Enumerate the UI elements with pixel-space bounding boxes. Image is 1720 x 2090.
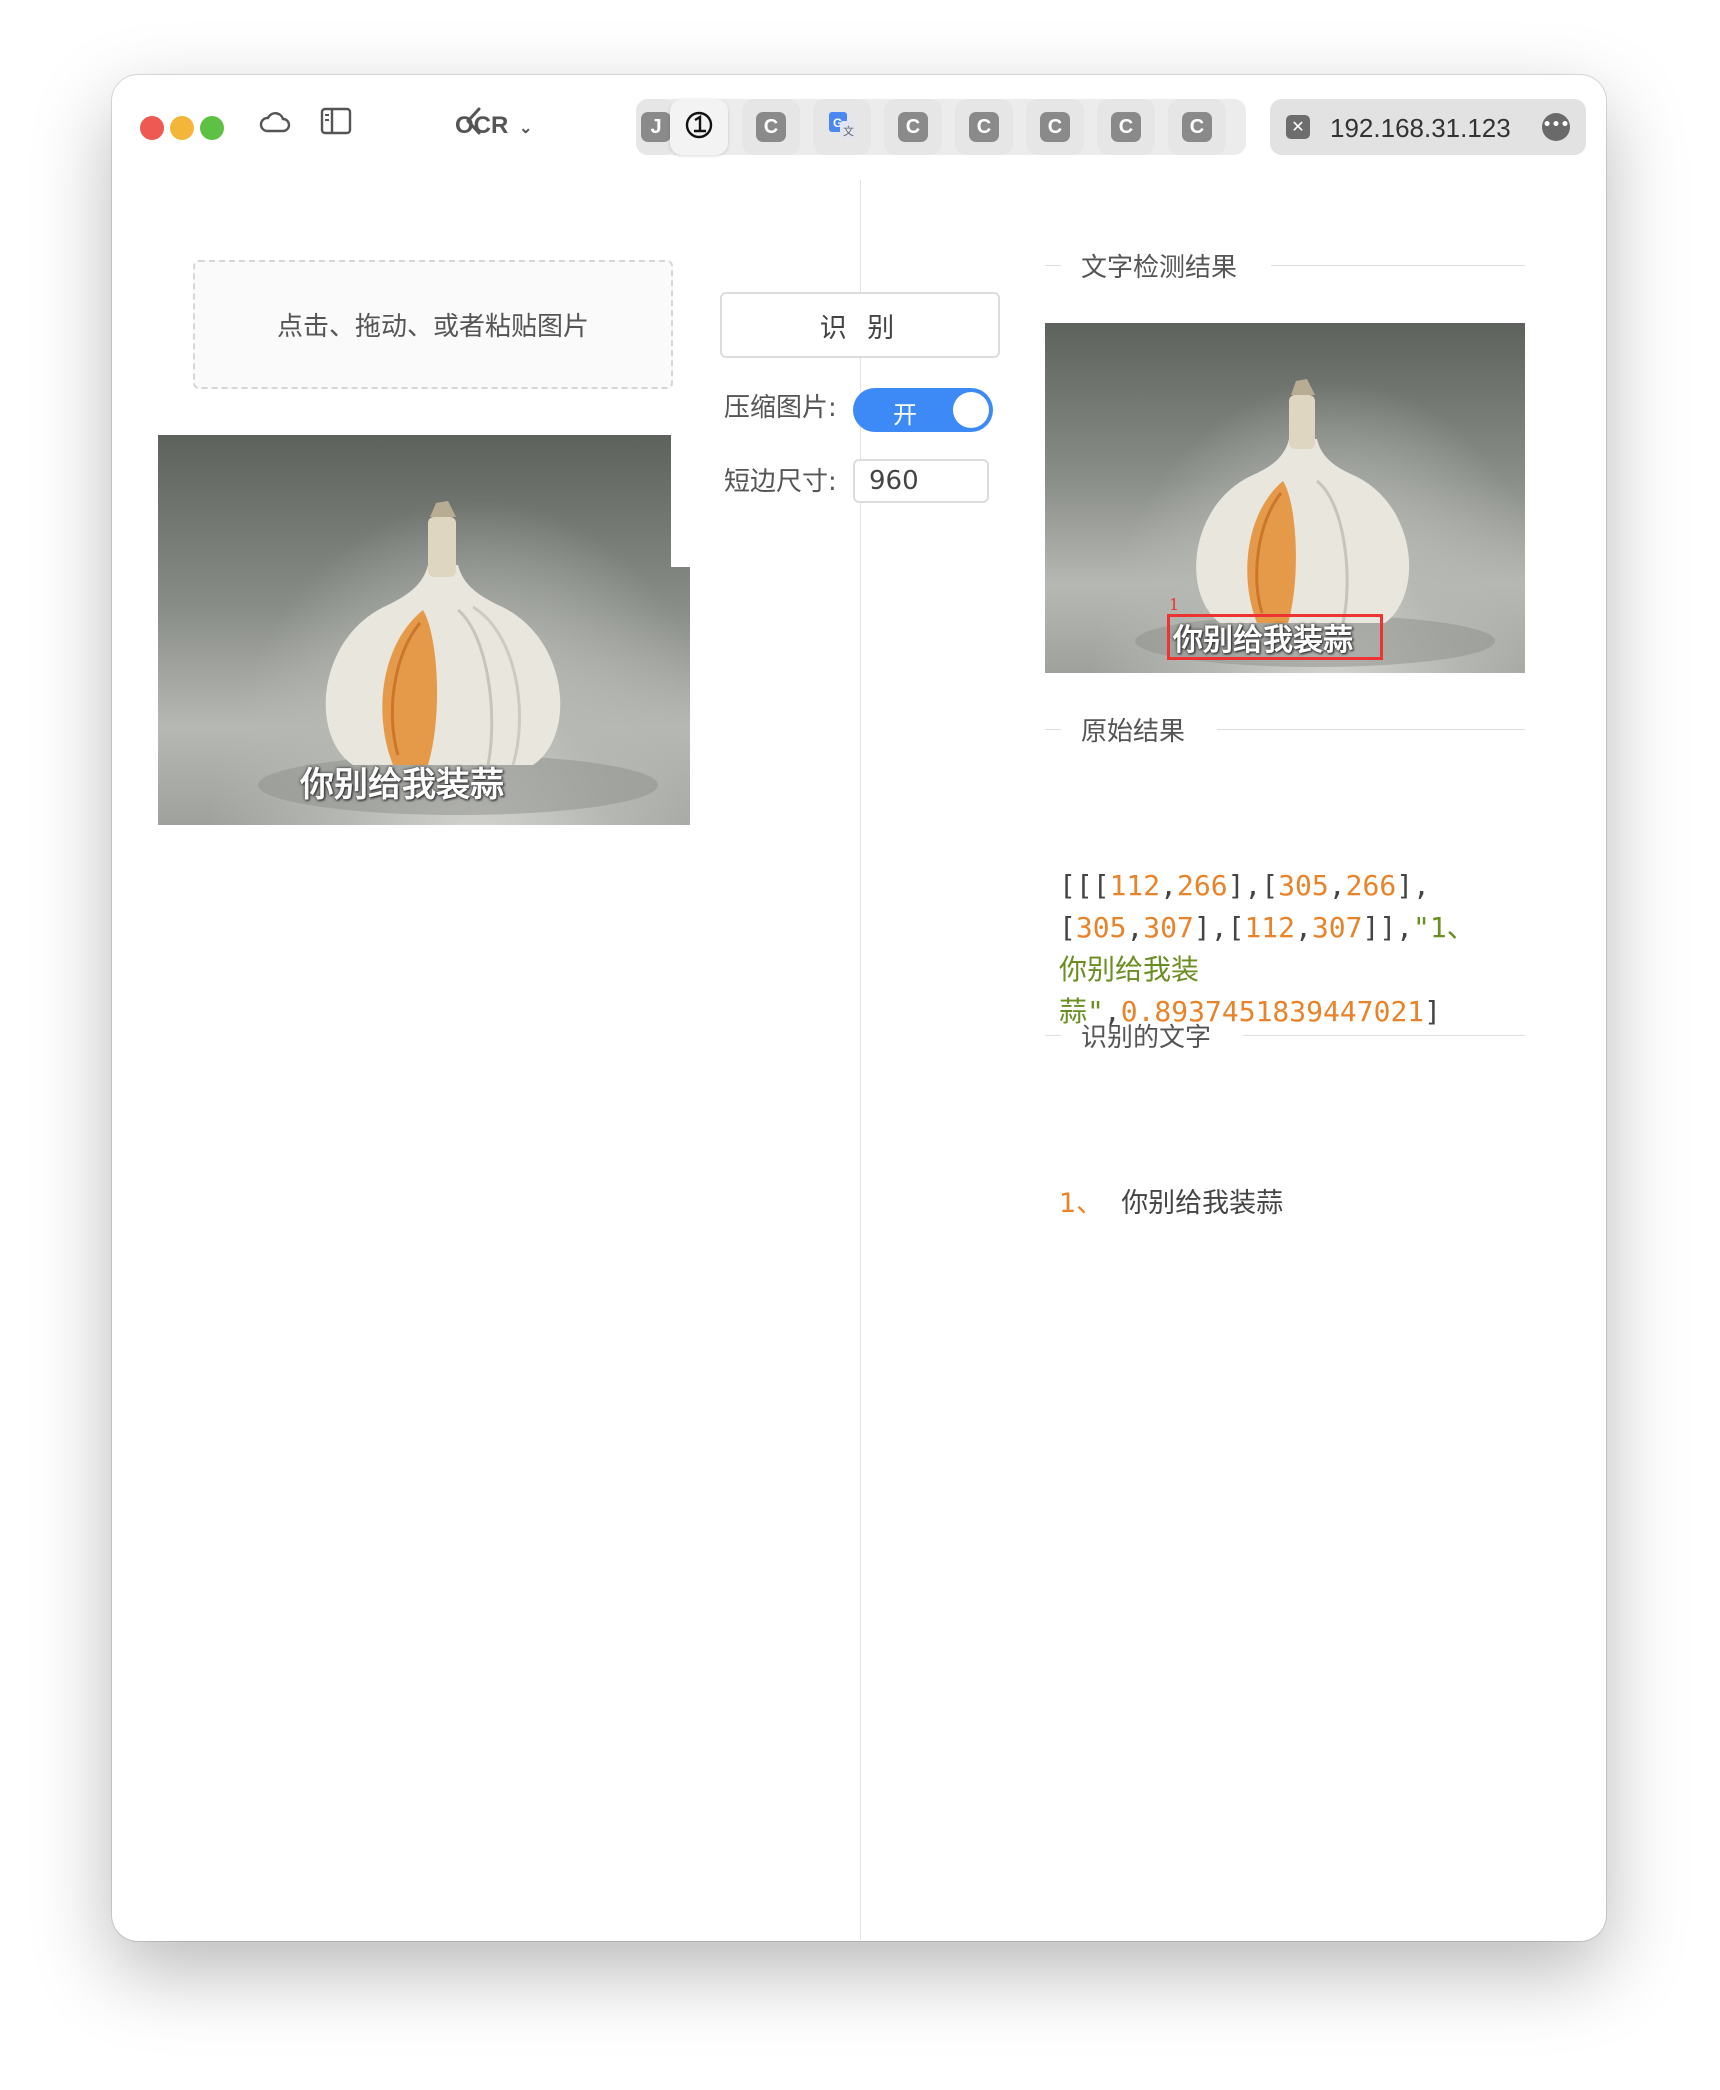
tab-c-icon: C (969, 112, 999, 142)
tab-translate[interactable]: G文 (813, 99, 871, 155)
detection-caption: 你别给我装蒜 (1173, 623, 1353, 658)
tab-c-6[interactable]: C (1168, 99, 1226, 155)
tab-c-icon: C (756, 112, 786, 142)
uploaded-image: 你别给我装蒜 (158, 435, 690, 825)
column-divider (860, 180, 861, 1940)
code-number: 266 (1177, 869, 1228, 902)
raw-result-code: [[[112,266],[305,266], [305,307],[112,307… (1059, 869, 1475, 1028)
tab-active[interactable] (670, 99, 728, 155)
detect-section-header: 文字检测结果 (1045, 245, 1525, 285)
header-line-right (1271, 265, 1525, 266)
address-bar[interactable]: ✕ 192.168.31.123 ••• (1270, 99, 1586, 155)
tab-j-icon: J (641, 112, 671, 142)
close-window-button[interactable] (140, 116, 164, 140)
zoom-window-button[interactable] (200, 116, 224, 140)
detection-result-image: 1 你别给我装蒜 (1045, 323, 1525, 673)
compress-label: 压缩图片: (724, 393, 837, 423)
code-number: 112 (1109, 869, 1161, 902)
image-caption: 你别给我装蒜 (300, 765, 504, 805)
chevron-down-icon: ⌄ (519, 120, 533, 137)
code-number: 112 (1244, 911, 1296, 944)
raw-section-header: 原始结果 (1045, 709, 1525, 749)
detect-section-title: 文字检测结果 (1081, 253, 1238, 283)
result-text: 你别给我装蒜 (1121, 1188, 1284, 1219)
recognize-button[interactable]: 识 别 (720, 292, 1000, 358)
image-drop-zone[interactable]: 点击、拖动、或者粘贴图片 (193, 260, 673, 389)
more-options-icon[interactable]: ••• (1542, 113, 1570, 141)
tab-c-icon: C (898, 112, 928, 142)
close-tab-icon[interactable]: ✕ (1286, 115, 1310, 139)
code-number: 307 (1311, 911, 1363, 944)
sidebar-toggle-icon[interactable] (320, 107, 352, 142)
tab-c-4[interactable]: C (1026, 99, 1084, 155)
recognized-text-item: 1、 你别给我装蒜 (1059, 1181, 1283, 1220)
toolbar: OCR ⌄ J C G文 C C C C C ✕ 192.168.31.123 … (112, 75, 1606, 175)
short-side-label: 短边尺寸: (724, 467, 837, 497)
tab-c-2[interactable]: C (884, 99, 942, 155)
code-string: "1、 (1413, 911, 1475, 944)
svg-text:文: 文 (843, 124, 854, 138)
code-number: 307 (1143, 911, 1194, 944)
compress-toggle[interactable]: 开 (853, 388, 993, 432)
browser-window: OCR ⌄ J C G文 C C C C C ✕ 192.168.31.123 … (112, 75, 1606, 1941)
detection-box-index: 1 (1169, 595, 1180, 614)
toggle-state-text: 开 (893, 401, 917, 429)
header-line-right (1243, 1035, 1525, 1036)
tab-c-icon: C (1040, 112, 1070, 142)
code-number: 305 (1075, 911, 1127, 944)
minimize-window-button[interactable] (170, 116, 194, 140)
result-index: 1、 (1059, 1188, 1104, 1219)
raw-section-title: 原始结果 (1081, 717, 1186, 747)
url-text: 192.168.31.123 (1330, 113, 1511, 143)
tab-c-icon: C (1182, 112, 1212, 142)
cloud-icon[interactable] (258, 105, 292, 146)
tab-c-1[interactable]: C (742, 99, 800, 155)
header-line-left (1045, 729, 1061, 730)
code-number: 266 (1345, 869, 1397, 902)
code-string: 你别给我装 (1059, 953, 1200, 986)
short-side-input[interactable] (853, 459, 989, 503)
toggle-knob (953, 392, 989, 428)
tab-c-3[interactable]: C (955, 99, 1013, 155)
code-number: 305 (1278, 869, 1329, 902)
code-bracket: [[[ (1059, 869, 1110, 902)
header-line-left (1045, 1035, 1061, 1036)
text-section-header: 识别的文字 (1045, 1015, 1525, 1055)
text-section-title: 识别的文字 (1081, 1023, 1212, 1053)
image-edge-mask (671, 435, 690, 567)
back-arrow-icon[interactable] (464, 105, 484, 144)
tab-c-5[interactable]: C (1097, 99, 1155, 155)
google-translate-icon: G文 (826, 109, 858, 145)
drop-zone-text: 点击、拖动、或者粘贴图片 (276, 312, 589, 342)
tab-c-icon: C (1111, 112, 1141, 142)
header-line-left (1045, 265, 1061, 266)
tab-1-icon (683, 109, 715, 145)
header-line-right (1217, 729, 1525, 730)
